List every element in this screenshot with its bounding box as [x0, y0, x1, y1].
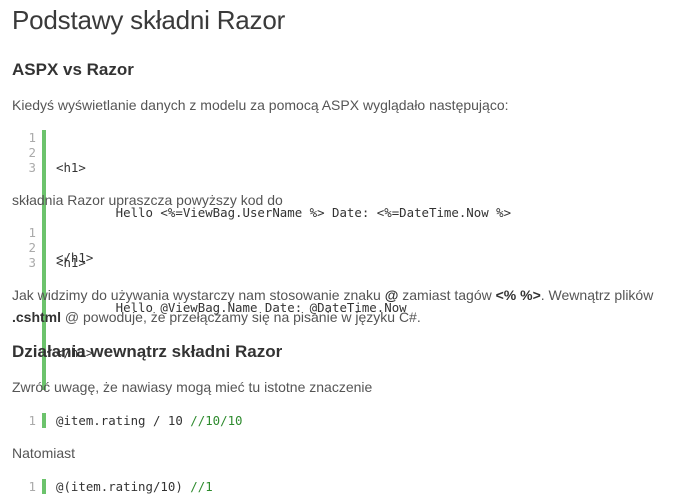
line-numbers: 1: [22, 479, 42, 494]
line-number: 2: [28, 145, 36, 160]
text-bold-tags: <% %>: [495, 287, 541, 303]
line-number: 1: [28, 225, 36, 240]
code-text: @(item.rating/10): [56, 479, 191, 494]
code-line: <h1>: [56, 160, 86, 175]
code-lines: @(item.rating/10) //1: [56, 479, 213, 494]
paragraph-intro: Kiedyś wyświetlanie danych z modelu za p…: [12, 97, 509, 113]
line-number: 1: [28, 130, 36, 145]
code-accent-bar: [42, 479, 46, 494]
text-run: . Wewnątrz plików: [540, 287, 654, 303]
line-number: 1: [28, 413, 36, 428]
code-comment: //1: [190, 479, 213, 494]
section-heading-razor-operations: Działania wewnątrz składni Razor: [12, 342, 283, 361]
text-run: zamiast tagów: [398, 287, 496, 303]
page-title: Podstawy składni Razor: [12, 5, 286, 35]
line-numbers: 1: [22, 413, 42, 428]
code-comment: //10/10: [190, 413, 243, 428]
code-text: @item.rating / 10: [56, 413, 191, 428]
line-number: 1: [28, 479, 36, 494]
paragraph-at-sign: Jak widzimy do używania wystarczy nam st…: [12, 284, 687, 328]
code-block-rating-without-parens: 1 @item.rating / 10 //10/10: [22, 413, 243, 428]
text-bold-cshtml: .cshtml: [12, 309, 62, 325]
line-number: 3: [28, 160, 36, 175]
line-number: 3: [28, 255, 36, 270]
text-run: @ powoduje, że przełączamy się na pisani…: [61, 309, 421, 325]
paragraph-parentheses-note: Zwróć uwagę, że nawiasy mogą mieć tu ist…: [12, 379, 373, 395]
paragraph-however: Natomiast: [12, 445, 76, 461]
text-run: Jak widzimy do używania wystarczy nam st…: [12, 287, 385, 303]
code-lines: @item.rating / 10 //10/10: [56, 413, 243, 428]
paragraph-razor-simplifies: składnia Razor upraszcza powyższy kod do: [12, 192, 283, 208]
code-accent-bar: [42, 413, 46, 428]
text-bold-at: @: [384, 287, 399, 303]
section-heading-aspx-vs-razor: ASPX vs Razor: [12, 60, 134, 79]
code-line: <h1>: [56, 255, 86, 270]
line-number: 2: [28, 240, 36, 255]
code-block-rating-with-parens: 1 @(item.rating/10) //1: [22, 479, 213, 494]
